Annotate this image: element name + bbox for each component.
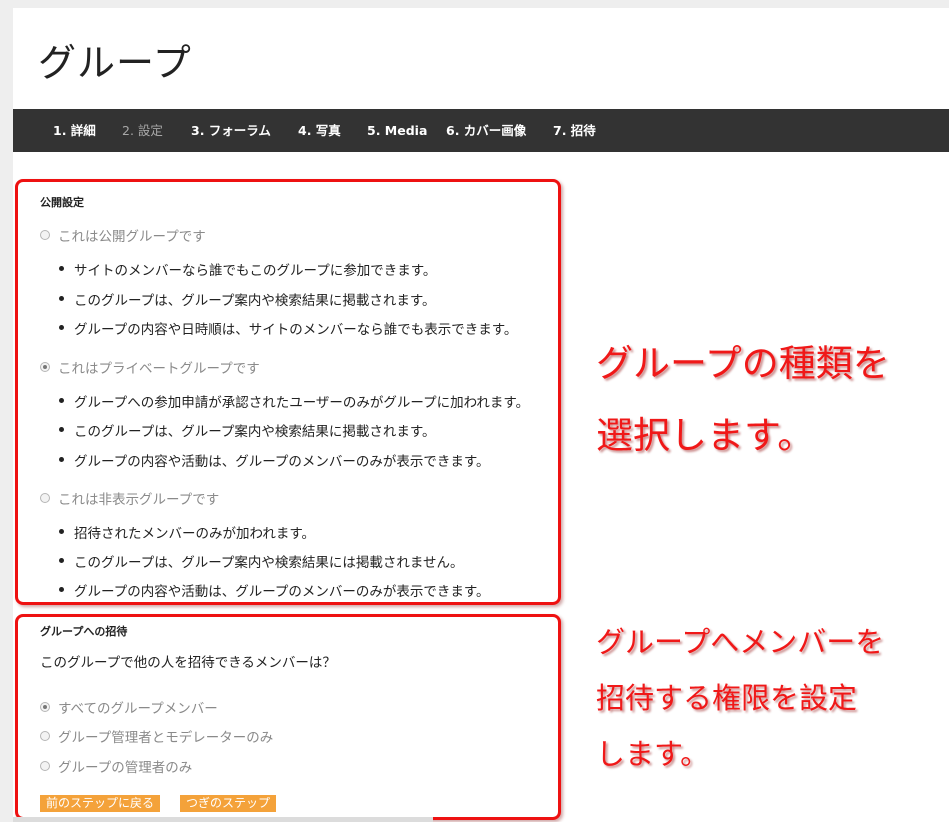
tab-media[interactable]: 5. Media xyxy=(367,109,427,152)
tab-photos[interactable]: 4. 写真 xyxy=(298,109,341,152)
invites-annotation-line-3: します。 xyxy=(596,737,710,771)
tab-settings[interactable]: 2. 設定 xyxy=(122,109,163,152)
invites-highlight-box xyxy=(15,614,561,820)
tab-invites[interactable]: 7. 招待 xyxy=(553,109,596,152)
invites-annotation-line-2: 招待する権限を設定 xyxy=(596,681,858,715)
page-title: グループ xyxy=(38,41,192,85)
tab-forum[interactable]: 3. フォーラム xyxy=(191,109,271,152)
privacy-annotation-line-2: 選択します。 xyxy=(596,414,815,457)
horizontal-scrollbar[interactable] xyxy=(13,817,433,822)
privacy-highlight-box xyxy=(15,179,561,605)
privacy-annotation-line-1: グループの種類を xyxy=(596,342,890,385)
invites-annotation-line-1: グループへメンバーを xyxy=(596,625,885,659)
tab-details[interactable]: 1. 詳細 xyxy=(53,109,96,152)
tab-cover-image[interactable]: 6. カバー画像 xyxy=(446,109,526,152)
step-tab-bar: 1. 詳細 2. 設定 3. フォーラム 4. 写真 5. Media 6. カ… xyxy=(13,109,949,152)
